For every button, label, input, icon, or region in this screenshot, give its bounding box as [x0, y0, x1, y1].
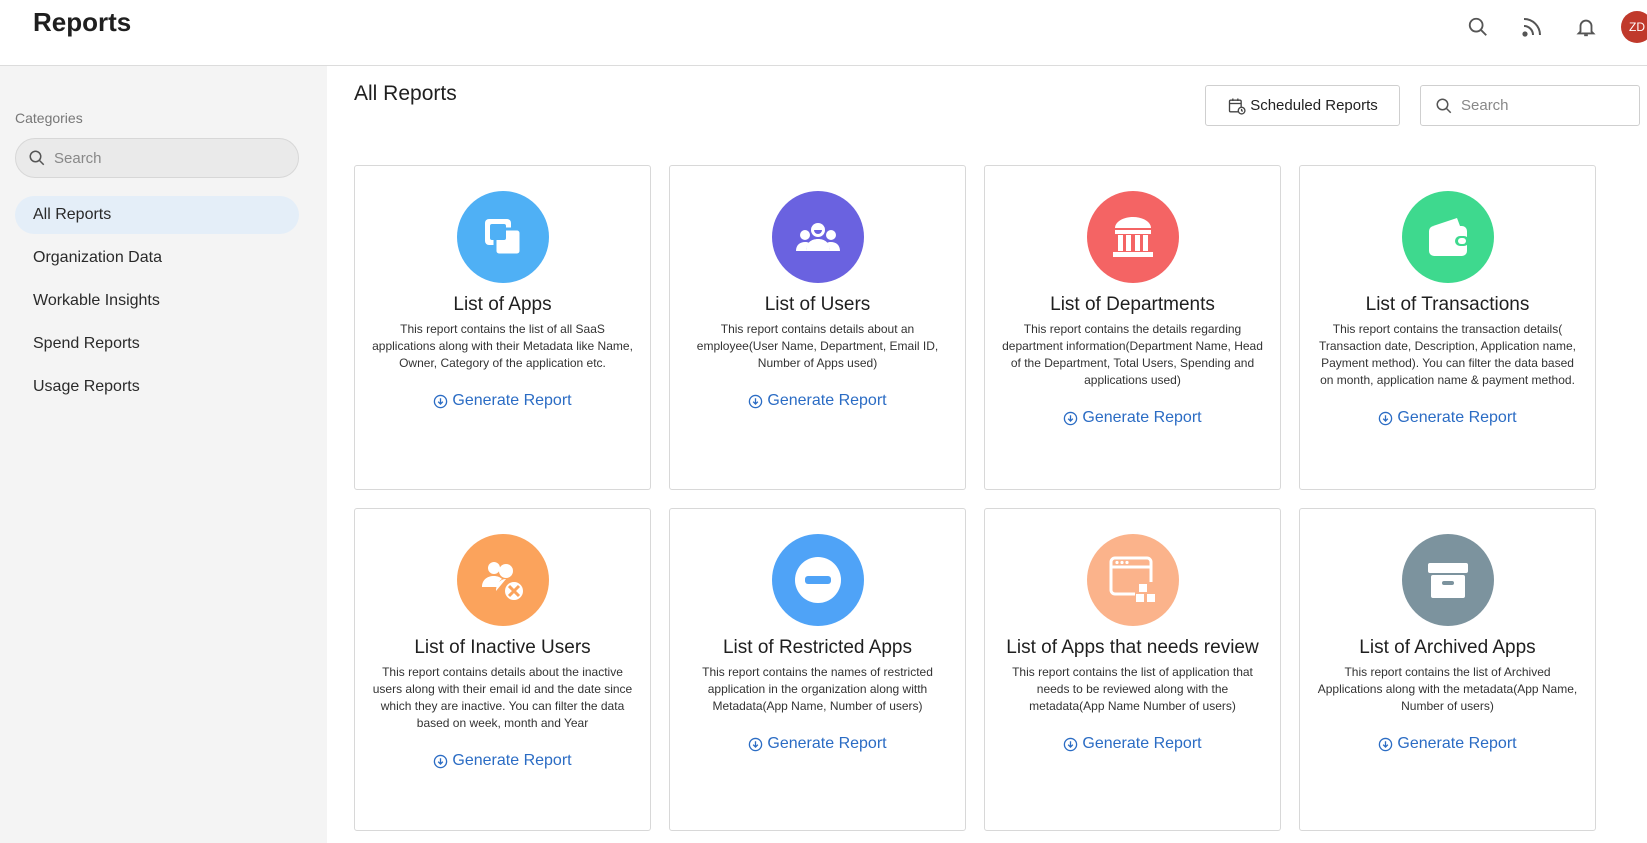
- report-search-input[interactable]: [1461, 97, 1631, 114]
- sidebar-item-spend-reports[interactable]: Spend Reports: [15, 325, 299, 363]
- calendar-clock-icon: [1229, 98, 1246, 115]
- users-icon: [771, 191, 864, 283]
- inactive-user-icon: [456, 534, 549, 626]
- generate-report-label: Generate Report: [1397, 409, 1517, 426]
- report-description: This report contains the names of restri…: [702, 665, 933, 713]
- report-card: List of Apps This report contains the li…: [354, 165, 651, 490]
- download-circle-icon: [1379, 411, 1393, 425]
- review-apps-icon: [1086, 534, 1179, 626]
- report-description: This report contains the list of applica…: [1012, 665, 1253, 713]
- generate-report-label: Generate Report: [767, 735, 887, 752]
- category-search: [15, 138, 299, 178]
- report-title: List of Users: [764, 294, 871, 315]
- generate-report-link[interactable]: Generate Report: [1063, 735, 1202, 753]
- generate-report-label: Generate Report: [1082, 735, 1202, 752]
- sidebar-item-all-reports[interactable]: All Reports: [15, 196, 299, 234]
- report-search: [1420, 85, 1640, 126]
- download-circle-icon: [749, 394, 763, 408]
- wallet-icon: [1401, 191, 1494, 283]
- feed-icon[interactable]: [1519, 14, 1545, 40]
- generate-report-link[interactable]: Generate Report: [1378, 409, 1517, 427]
- scheduled-reports-label: Scheduled Reports: [1250, 97, 1378, 114]
- avatar[interactable]: ZD: [1621, 11, 1647, 43]
- generate-report-label: Generate Report: [452, 752, 572, 769]
- report-card: List of Apps that needs review This repo…: [984, 508, 1281, 831]
- generate-report-link[interactable]: Generate Report: [1378, 735, 1517, 753]
- sidebar-item-workable-insights[interactable]: Workable Insights: [15, 282, 299, 320]
- category-search-input[interactable]: [54, 149, 274, 167]
- archive-icon: [1401, 534, 1494, 626]
- top-icons: ZD: [1437, 10, 1647, 44]
- search-icon: [29, 150, 45, 166]
- sidebar-item-organization-data[interactable]: Organization Data: [15, 239, 299, 277]
- sidebar: Categories All Reports Organization Data…: [0, 66, 327, 843]
- sidebar-item-usage-reports[interactable]: Usage Reports: [15, 368, 299, 406]
- report-description: This report contains details about the i…: [372, 665, 633, 730]
- report-card: List of Departments This report contains…: [984, 165, 1281, 490]
- generate-report-label: Generate Report: [1397, 735, 1517, 752]
- report-card: List of Inactive Users This report conta…: [354, 508, 651, 831]
- report-title: List of Archived Apps: [1359, 637, 1536, 658]
- report-title: List of Departments: [1050, 294, 1215, 315]
- search-icon[interactable]: [1465, 14, 1491, 40]
- generate-report-label: Generate Report: [1082, 409, 1202, 426]
- report-title: List of Apps that needs review: [1006, 637, 1259, 658]
- report-description: This report contains the list of all Saa…: [372, 322, 633, 370]
- search-icon: [1436, 98, 1452, 113]
- report-card: List of Archived Apps This report contai…: [1299, 508, 1596, 831]
- apps-icon: [456, 191, 549, 283]
- download-circle-icon: [434, 394, 448, 408]
- download-circle-icon: [434, 754, 448, 768]
- report-title: List of Transactions: [1365, 294, 1530, 315]
- generate-report-link[interactable]: Generate Report: [748, 735, 887, 753]
- report-description: This report contains the transaction det…: [1318, 322, 1577, 387]
- scheduled-reports-button[interactable]: Scheduled Reports: [1205, 85, 1400, 126]
- download-circle-icon: [1064, 737, 1078, 751]
- report-title: List of Inactive Users: [414, 637, 591, 658]
- report-title: List of Apps: [453, 294, 552, 315]
- report-card: List of Transactions This report contain…: [1299, 165, 1596, 490]
- building-icon: [1086, 191, 1179, 283]
- main-content: All Reports Scheduled Reports List of Ap…: [327, 66, 1647, 843]
- generate-report-link[interactable]: Generate Report: [748, 392, 887, 410]
- download-circle-icon: [1379, 737, 1393, 751]
- report-description: This report contains the list of Archive…: [1317, 665, 1578, 713]
- top-bar: Reports ZD: [0, 0, 1647, 66]
- download-circle-icon: [749, 737, 763, 751]
- sidebar-heading: Categories: [15, 110, 83, 126]
- generate-report-label: Generate Report: [452, 392, 572, 409]
- generate-report-link[interactable]: Generate Report: [433, 392, 572, 410]
- report-card: List of Users This report contains detai…: [669, 165, 966, 490]
- bell-icon[interactable]: [1573, 14, 1599, 40]
- generate-report-link[interactable]: Generate Report: [1063, 409, 1202, 427]
- page-title: Reports: [33, 7, 132, 37]
- report-description: This report contains the details regardi…: [1002, 322, 1263, 387]
- report-title: List of Restricted Apps: [722, 637, 913, 658]
- section-title: All Reports: [354, 82, 457, 105]
- generate-report-link[interactable]: Generate Report: [433, 752, 572, 770]
- report-description: This report contains details about an em…: [696, 322, 939, 370]
- category-nav: All Reports Organization Data Workable I…: [15, 196, 299, 411]
- download-circle-icon: [1064, 411, 1078, 425]
- restricted-icon: [771, 534, 864, 626]
- report-card: List of Restricted Apps This report cont…: [669, 508, 966, 831]
- report-grid: List of Apps This report contains the li…: [354, 165, 1596, 831]
- generate-report-label: Generate Report: [767, 392, 887, 409]
